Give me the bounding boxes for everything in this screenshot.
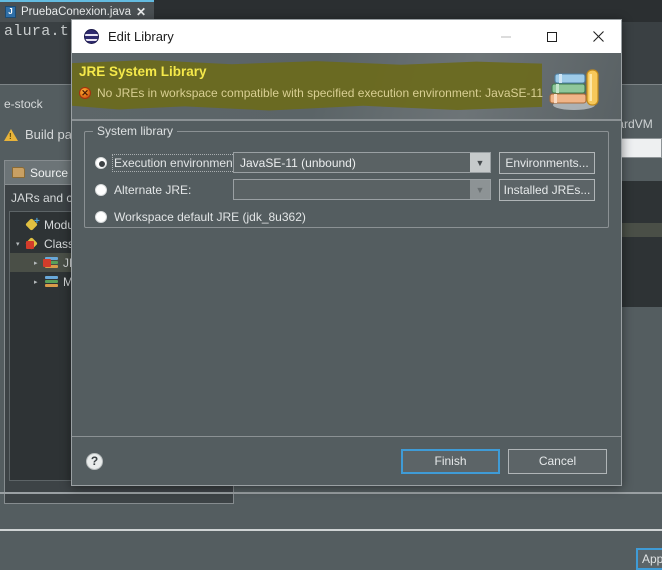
help-button[interactable]: ? (86, 452, 103, 470)
window-controls (483, 20, 621, 53)
breadcrumb: e-stock (4, 97, 43, 111)
eclipse-globe-icon (84, 29, 99, 44)
header-message-row: ✕ No JREs in workspace compatible with s… (79, 86, 543, 100)
system-library-group: System library Execution environment: Ja… (84, 124, 609, 230)
properties-button-bar (0, 531, 662, 570)
header-message: No JREs in workspace compatible with spe… (97, 86, 543, 100)
environments-button[interactable]: Environments... (499, 151, 595, 174)
maximize-icon[interactable] (529, 20, 575, 53)
header-title: JRE System Library (79, 64, 207, 79)
chevron-right-icon: ▸ (34, 278, 38, 286)
library-icon (45, 275, 59, 288)
option-alternate-jre[interactable]: Alternate JRE: ▼ Installed JREs... (95, 176, 598, 203)
java-file-icon: J (5, 6, 16, 18)
editor-code-line: alura.t (4, 23, 70, 40)
error-icon: ✕ (79, 87, 91, 99)
books-icon (547, 65, 605, 111)
option-workspace-default-jre[interactable]: Workspace default JRE (jdk_8u362) (95, 203, 598, 230)
divider (0, 492, 662, 494)
tab-source[interactable]: Source (4, 160, 80, 184)
close-icon[interactable] (575, 20, 621, 53)
tab-source-label: Source (30, 165, 69, 180)
editor-tab-label: PruebaConexion.java (21, 6, 131, 18)
tree-row-label: Modu (44, 217, 75, 232)
chevron-right-icon: ▸ (34, 259, 38, 267)
finish-button[interactable]: Finish (401, 448, 500, 474)
dialog-header-banner: JRE System Library ✕ No JREs in workspac… (72, 53, 621, 121)
radio-execution-environment[interactable] (95, 156, 107, 169)
chevron-down-icon: ▼ (470, 180, 490, 199)
radio-alternate-jre[interactable] (95, 183, 107, 196)
radio-workspace-default-jre-label: Workspace default JRE (jdk_8u362) (114, 209, 306, 224)
classpath-error-icon (26, 237, 40, 250)
modulepath-icon (27, 216, 40, 231)
radio-alternate-jre-label: Alternate JRE: (114, 182, 192, 197)
tree-row-label: Class (44, 236, 75, 251)
folder-icon (12, 167, 25, 178)
radio-workspace-default-jre[interactable] (95, 210, 107, 223)
dialog-title: Edit Library (108, 29, 174, 44)
minimize-icon[interactable] (483, 20, 529, 53)
build-path-tabstrip: Source (4, 160, 80, 184)
execution-environment-combo[interactable]: JavaSE-11 (unbound) ▼ (233, 152, 491, 173)
radio-execution-environment-label: Execution environment: (111, 153, 242, 172)
execution-environment-combo-value: JavaSE-11 (unbound) (240, 155, 356, 170)
dialog-title-bar[interactable]: Edit Library (72, 20, 621, 53)
cancel-button[interactable]: Cancel (508, 448, 607, 474)
close-icon[interactable]: ✕ (136, 6, 146, 18)
dialog-footer: ? Finish Cancel (72, 437, 621, 485)
warning-triangle-icon (4, 128, 18, 141)
edit-library-dialog: Edit Library JRE System Library ✕ No JRE… (71, 19, 622, 486)
chevron-down-icon: ▾ (16, 240, 20, 248)
system-library-group-legend: System library (93, 124, 178, 138)
option-execution-environment[interactable]: Execution environment: JavaSE-11 (unboun… (95, 149, 598, 176)
alternate-jre-combo: ▼ (233, 179, 491, 200)
dialog-body: System library Execution environment: Ja… (72, 121, 621, 436)
chevron-down-icon[interactable]: ▼ (470, 153, 490, 172)
installed-jres-button[interactable]: Installed JREs... (499, 178, 595, 201)
jre-library-error-icon (43, 256, 59, 269)
apply-button[interactable]: App (636, 548, 662, 570)
